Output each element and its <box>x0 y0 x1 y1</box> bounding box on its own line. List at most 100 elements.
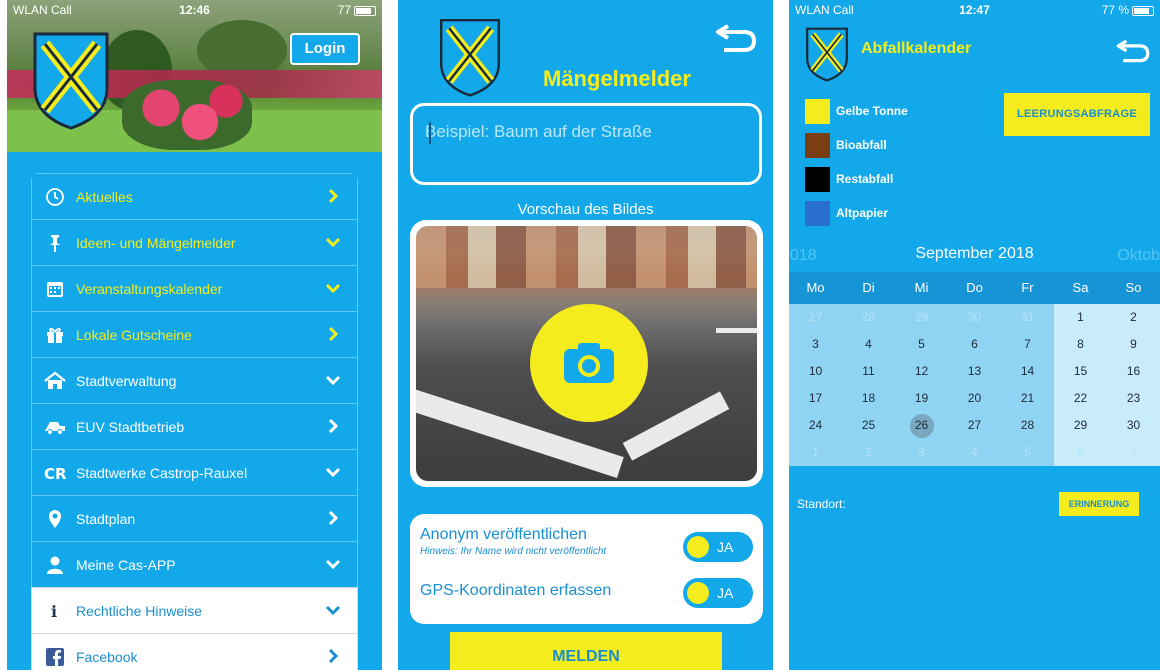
facebook-icon <box>44 646 66 668</box>
calendar-day[interactable]: 1 <box>789 439 842 466</box>
menu-item-lokale-gutscheine[interactable]: Lokale Gutscheine <box>31 311 358 357</box>
toggle-knob <box>687 536 709 558</box>
page-title: Abfallkalender <box>861 40 972 57</box>
back-arrow-icon[interactable] <box>714 20 758 54</box>
calendar-day[interactable]: 25 <box>842 412 895 439</box>
calendar-day[interactable]: 1 <box>1054 304 1107 331</box>
chevron-down-icon <box>325 280 341 296</box>
calendar-day[interactable]: 21 <box>1001 385 1054 412</box>
menu-item-euv-stadtbetrieb[interactable]: EUV Stadtbetrieb <box>31 403 358 449</box>
calendar-day[interactable]: 4 <box>948 439 1001 466</box>
road-marking <box>716 328 757 333</box>
menu-item-meine-cas-app[interactable]: Meine Cas-APP <box>31 541 358 587</box>
calendar-day[interactable]: 6 <box>1054 439 1107 466</box>
menu-item-ideen-und-mängelmelder[interactable]: Ideen- und Mängelmelder <box>31 219 358 265</box>
calendar-day[interactable]: 2 <box>842 439 895 466</box>
calendar-day[interactable]: 27 <box>948 412 1001 439</box>
weekday-label: Di <box>862 280 875 295</box>
chevron-right-icon <box>325 510 341 526</box>
submit-button[interactable]: MELDEN <box>450 632 722 670</box>
battery-percent: 77 % <box>1101 3 1129 17</box>
menu-item-label: Meine Cas-APP <box>76 556 176 573</box>
calendar-day[interactable]: 24 <box>789 412 842 439</box>
calendar-day[interactable]: 14 <box>1001 358 1054 385</box>
calendar-day[interactable]: 18 <box>842 385 895 412</box>
chevron-down-icon <box>325 556 341 572</box>
pin-icon <box>44 232 66 254</box>
anonymous-toggle[interactable]: JA <box>683 532 753 562</box>
calendar-day[interactable]: 29 <box>895 304 948 331</box>
calendar-day[interactable]: 5 <box>895 331 948 358</box>
calendar-day[interactable]: 23 <box>1107 385 1160 412</box>
clock-label: 12:46 <box>179 3 210 17</box>
reminder-button[interactable]: ERINNERUNG <box>1059 492 1139 516</box>
calendar-day[interactable]: 17 <box>789 385 842 412</box>
calendar-day[interactable]: 4 <box>842 331 895 358</box>
camera-button[interactable] <box>530 304 648 422</box>
calendar-day[interactable]: 3 <box>895 439 948 466</box>
menu-item-label: Ideen- und Mängelmelder <box>76 234 236 251</box>
calendar-day[interactable]: 13 <box>948 358 1001 385</box>
calendar-day[interactable]: 11 <box>842 358 895 385</box>
menu-item-label: Veranstaltungskalender <box>76 280 223 297</box>
menu-item-veranstaltungskalender[interactable]: Veranstaltungskalender <box>31 265 358 311</box>
menu-item-facebook[interactable]: Facebook <box>31 633 358 670</box>
calendar-day[interactable]: 31 <box>1001 304 1054 331</box>
calendar-day[interactable]: 16 <box>1107 358 1160 385</box>
calendar-day[interactable]: 3 <box>789 331 842 358</box>
buildings <box>416 226 757 288</box>
calendar-day[interactable]: 10 <box>789 358 842 385</box>
collection-query-button[interactable]: LEERUNGSABFRAGE <box>1004 93 1150 136</box>
calendar-day[interactable]: 12 <box>895 358 948 385</box>
toggle-value: JA <box>717 539 734 555</box>
calendar-day[interactable]: 8 <box>1054 331 1107 358</box>
chevron-right-icon <box>325 188 341 204</box>
calendar-day[interactable]: 6 <box>948 331 1001 358</box>
menu-item-stadtplan[interactable]: Stadtplan <box>31 495 358 541</box>
legend-swatch <box>805 200 830 226</box>
menu-item-label: Facebook <box>76 648 138 665</box>
weekday-label: So <box>1125 280 1142 295</box>
battery-indicator: 77 % <box>1102 3 1154 17</box>
calendar-day[interactable]: 7 <box>1107 439 1160 466</box>
weekday-label: Do <box>966 280 983 295</box>
user-icon <box>44 554 66 576</box>
calendar-day[interactable]: 5 <box>1001 439 1054 466</box>
weekday-label: Mo <box>806 280 825 295</box>
toggle-value: JA <box>717 585 734 601</box>
menu-item-label: Stadtwerke Castrop-Rauxel <box>76 464 248 481</box>
description-input[interactable]: Beispiel: Baum auf der Straße <box>410 103 762 185</box>
calendar-day[interactable]: 22 <box>1054 385 1107 412</box>
next-month[interactable]: Oktob <box>1117 247 1160 265</box>
back-arrow-icon[interactable] <box>1115 36 1151 64</box>
calendar-day[interactable]: 30 <box>1107 412 1160 439</box>
calendar-day[interactable]: 7 <box>1001 331 1054 358</box>
calendar-day[interactable]: 28 <box>842 304 895 331</box>
menu-item-stadtverwaltung[interactable]: Stadtverwaltung <box>31 357 358 403</box>
calendar-day[interactable]: 20 <box>948 385 1001 412</box>
gps-row: GPS-Koordinaten erfassen JA <box>420 578 753 608</box>
calendar-day[interactable]: 28 <box>1001 412 1054 439</box>
weekday-label: Mi <box>914 280 929 295</box>
carrier-label: WLAN Call <box>795 3 854 17</box>
city-crest-logo <box>438 16 502 98</box>
month-switcher[interactable]: 2018 September 2018 Oktob <box>789 242 1160 272</box>
menu-item-stadtwerke-castrop-rauxel[interactable]: CR Stadtwerke Castrop-Rauxel <box>31 449 358 495</box>
menu-item-aktuelles[interactable]: Aktuelles <box>31 173 358 219</box>
calendar-day[interactable]: 19 <box>895 385 948 412</box>
menu-item-label: EUV Stadtbetrieb <box>76 418 185 435</box>
photo-preview <box>410 220 763 487</box>
gps-toggle[interactable]: JA <box>683 578 753 608</box>
calendar-day[interactable]: 2 <box>1107 304 1160 331</box>
maengelmelder-screen: Mängelmelder Beispiel: Baum auf der Stra… <box>398 0 773 670</box>
login-button[interactable]: Login <box>290 33 360 65</box>
calendar-day[interactable]: 9 <box>1107 331 1160 358</box>
menu-item-label: Lokale Gutscheine <box>76 326 192 343</box>
menu-item-rechtliche-hinweise[interactable]: i Rechtliche Hinweise <box>31 587 358 633</box>
calendar-day[interactable]: 27 <box>789 304 842 331</box>
calendar-day[interactable]: 30 <box>948 304 1001 331</box>
calendar-day[interactable]: 29 <box>1054 412 1107 439</box>
calendar-day[interactable]: 15 <box>1054 358 1107 385</box>
preview-label: Vorschau des Bildes <box>517 201 654 218</box>
calendar-day-today[interactable]: 26 <box>895 412 948 439</box>
